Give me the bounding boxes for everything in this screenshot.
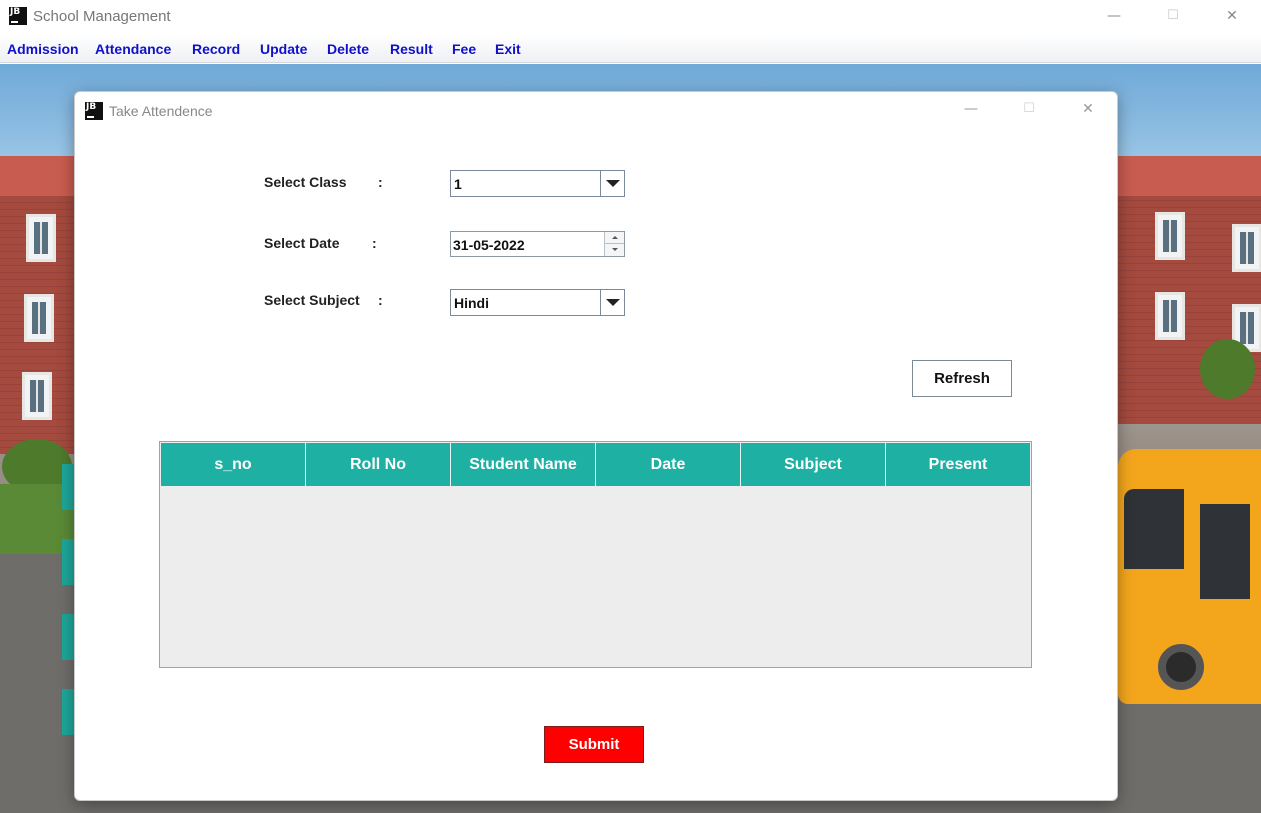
select-class-label: Select Class — [264, 174, 347, 190]
select-date-colon: : — [372, 235, 377, 251]
select-class-colon: : — [378, 174, 383, 190]
dialog-close-icon[interactable]: ✕ — [1074, 98, 1102, 122]
menu-record[interactable]: Record — [192, 41, 240, 57]
column-header-date[interactable]: Date — [596, 443, 741, 486]
app-logo-icon: JB — [9, 7, 27, 25]
menu-delete[interactable]: Delete — [327, 41, 369, 57]
subject-dropdown-value: Hindi — [454, 295, 489, 311]
menu-fee[interactable]: Fee — [452, 41, 476, 57]
menu-admission[interactable]: Admission — [7, 41, 79, 57]
column-header-roll-no[interactable]: Roll No — [306, 443, 451, 486]
menu-update[interactable]: Update — [260, 41, 307, 57]
column-header-present[interactable]: Present — [886, 443, 1030, 486]
chevron-down-icon[interactable] — [600, 171, 624, 196]
dialog-title: Take Attendence — [109, 103, 213, 119]
window-title: School Management — [33, 8, 171, 25]
class-dropdown-value: 1 — [454, 176, 462, 192]
attendance-table: s_no Roll No Student Name Date Subject P… — [159, 441, 1032, 668]
column-header-subject[interactable]: Subject — [741, 443, 886, 486]
building-window — [1155, 212, 1185, 260]
menu-exit[interactable]: Exit — [495, 41, 521, 57]
bus-wheel — [1158, 644, 1204, 690]
chevron-down-icon[interactable] — [600, 290, 624, 315]
class-dropdown[interactable]: 1 — [450, 170, 625, 197]
refresh-button[interactable]: Refresh — [912, 360, 1012, 397]
left-roof — [0, 156, 80, 196]
dialog-maximize-icon[interactable]: ☐ — [1015, 98, 1043, 122]
date-spinner[interactable]: 31-05-2022 — [450, 231, 625, 257]
table-header: s_no Roll No Student Name Date Subject P… — [161, 443, 1030, 486]
building-window — [24, 294, 54, 342]
close-icon[interactable]: ✕ — [1218, 4, 1246, 30]
submit-button[interactable]: Submit — [544, 726, 644, 763]
main-title-bar: JB School Management — ☐ ✕ — [0, 0, 1261, 35]
maximize-icon[interactable]: ☐ — [1159, 4, 1187, 30]
building-window — [26, 214, 56, 262]
menu-attendance[interactable]: Attendance — [95, 41, 171, 57]
select-subject-colon: : — [378, 292, 383, 308]
building-window — [1155, 292, 1185, 340]
dialog-logo-icon: JB — [85, 102, 103, 120]
date-spinner-value: 31-05-2022 — [453, 237, 525, 253]
subject-dropdown[interactable]: Hindi — [450, 289, 625, 316]
building-window — [1232, 224, 1261, 272]
take-attendance-dialog: JB Take Attendence — ☐ ✕ Select Class : … — [74, 91, 1118, 801]
column-header-s-no[interactable]: s_no — [161, 443, 306, 486]
tree — [1200, 339, 1255, 399]
column-header-student-name[interactable]: Student Name — [451, 443, 596, 486]
right-roof — [1110, 156, 1261, 196]
table-body[interactable] — [161, 486, 1030, 667]
bus-door — [1200, 504, 1250, 599]
spinner-up-icon[interactable] — [604, 232, 624, 244]
menu-result[interactable]: Result — [390, 41, 433, 57]
dialog-minimize-icon[interactable]: — — [957, 98, 985, 122]
building-window — [22, 372, 52, 420]
minimize-icon[interactable]: — — [1100, 4, 1128, 30]
spinner-down-icon[interactable] — [604, 244, 624, 256]
school-bus — [1118, 449, 1261, 704]
menu-bar: Admission Attendance Record Update Delet… — [0, 35, 1261, 63]
bus-windshield — [1124, 489, 1184, 569]
select-date-label: Select Date — [264, 235, 340, 251]
select-subject-label: Select Subject — [264, 292, 360, 308]
